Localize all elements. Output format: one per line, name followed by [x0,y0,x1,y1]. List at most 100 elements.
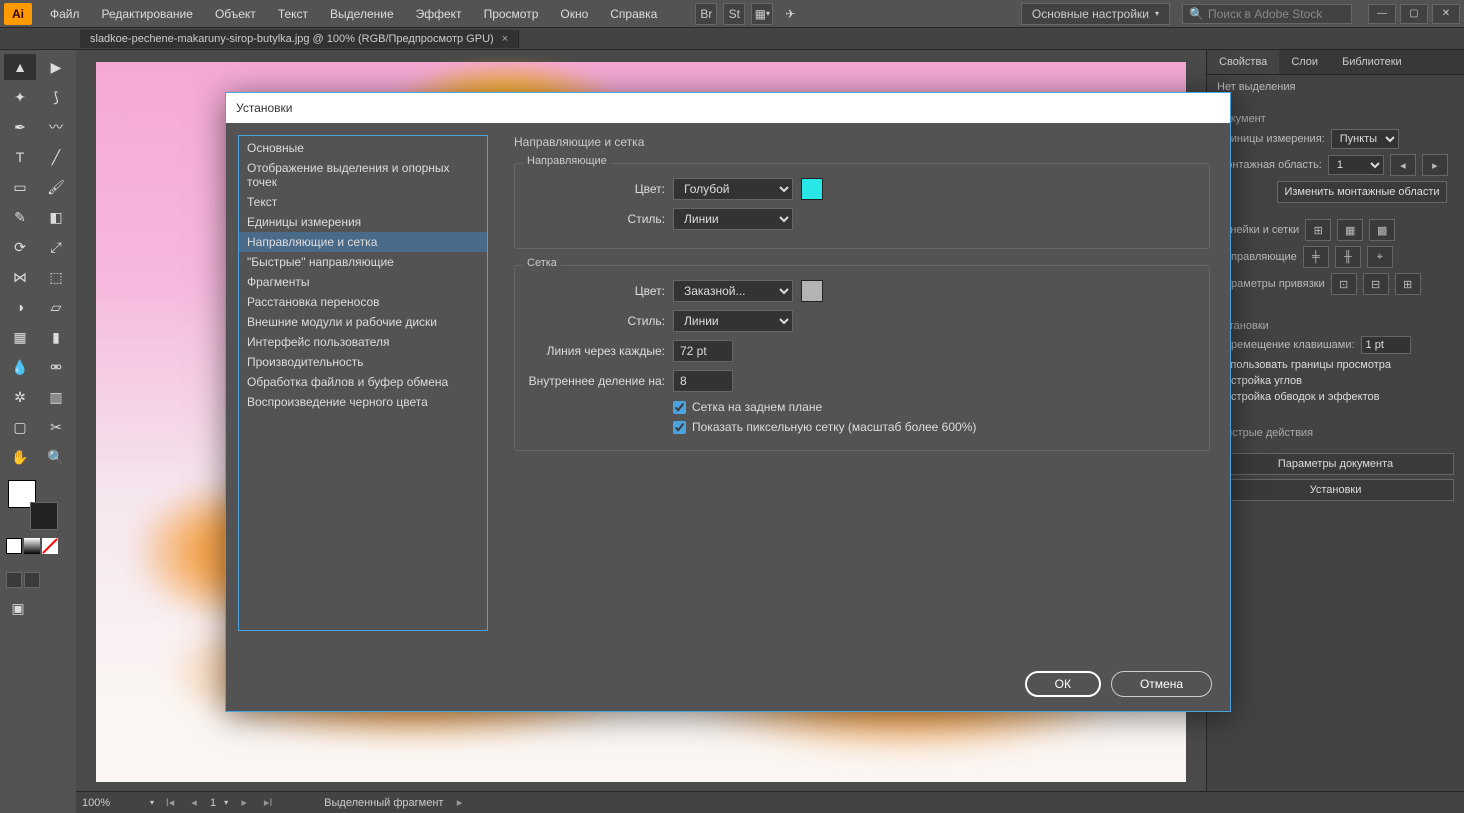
tab-libraries[interactable]: Библиотеки [1330,50,1414,74]
artboard-select[interactable]: 1 [1328,155,1384,175]
draw-normal-icon[interactable] [6,572,22,588]
grid-style-select[interactable]: Линии [673,310,793,332]
menu-type[interactable]: Текст [268,3,318,25]
snap-grid-icon[interactable]: ⊟ [1363,273,1389,295]
shape-builder-tool[interactable]: ◑ [4,294,36,320]
pen-tool[interactable]: ✒ [4,114,36,140]
free-transform-tool[interactable]: ⬚ [40,264,72,290]
snap-point-icon[interactable]: ⊡ [1331,273,1357,295]
guides-color-select[interactable]: Голубой [673,178,793,200]
gradient-tool[interactable]: ▮ [40,324,72,350]
menu-edit[interactable]: Редактирование [92,3,203,25]
use-preview-bounds-link[interactable]: Использовать границы просмотра [1217,359,1454,371]
symbol-sprayer-tool[interactable]: ✲ [4,384,36,410]
shaper-tool[interactable]: ✎ [4,204,36,230]
window-maximize[interactable]: ▢ [1400,4,1428,24]
hand-tool[interactable]: ✋ [4,444,36,470]
document-tab[interactable]: sladkoe-pechene-makaruny-sirop-butylka.j… [80,30,519,48]
workspace-switcher[interactable]: Основные настройки▾ [1021,3,1170,25]
menu-effect[interactable]: Эффект [406,3,472,25]
prev-artboard-nav-icon[interactable]: ◂ [186,795,202,811]
guides-style-select[interactable]: Линии [673,208,793,230]
cat-ui[interactable]: Интерфейс пользователя [239,332,487,352]
zoom-value[interactable]: 100% [82,797,142,809]
cat-performance[interactable]: Производительность [239,352,487,372]
type-tool[interactable]: T [4,144,36,170]
pixel-grid-checkbox[interactable] [673,421,686,434]
menu-select[interactable]: Выделение [320,3,404,25]
close-tab-icon[interactable]: × [502,33,508,45]
brush-tool[interactable]: 🖌 [40,174,72,200]
stroke-effects-link[interactable]: Настройка обводок и эффектов [1217,391,1454,403]
eyedropper-tool[interactable]: 💧 [4,354,36,380]
cancel-button[interactable]: Отмена [1111,671,1212,697]
guides-show-icon[interactable]: ╪ [1303,246,1329,268]
tab-layers[interactable]: Слои [1279,50,1330,74]
units-select[interactable]: Пункты [1331,129,1399,149]
scale-tool[interactable]: ⤢ [40,234,72,260]
direct-selection-tool[interactable]: ▶ [40,54,72,80]
search-field[interactable]: 🔍Поиск в Adobe Stock [1182,4,1352,24]
key-increment-input[interactable] [1361,336,1411,354]
tab-properties[interactable]: Свойства [1207,50,1279,74]
snap-pixel-icon[interactable]: ⊞ [1395,273,1421,295]
guides-lock-icon[interactable]: ╫ [1335,246,1361,268]
zoom-tool[interactable]: 🔍 [40,444,72,470]
next-artboard-icon[interactable]: ▸ [1422,154,1448,176]
selection-tool[interactable]: ▲ [4,54,36,80]
blend-tool[interactable]: ⚮ [40,354,72,380]
slice-tool[interactable]: ✂ [40,414,72,440]
cat-filehandling[interactable]: Обработка файлов и буфер обмена [239,372,487,392]
subdivisions-input[interactable] [673,370,733,392]
corners-link[interactable]: Настройка углов [1217,375,1454,387]
next-artboard-nav-icon[interactable]: ▸ [236,795,252,811]
arrange-icon[interactable]: ▦▾ [751,3,773,25]
color-mode-icon[interactable] [6,538,22,554]
prev-artboard-icon[interactable]: ◂ [1390,154,1416,176]
perspective-tool[interactable]: ▱ [40,294,72,320]
screen-mode-icon[interactable]: ▣ [6,598,30,618]
magic-wand-tool[interactable]: ✦ [4,84,36,110]
bridge-icon[interactable]: Br [695,3,717,25]
graph-tool[interactable]: ▥ [40,384,72,410]
gradient-mode-icon[interactable] [24,538,40,554]
artboard-number[interactable]: 1 [210,797,216,809]
draw-behind-icon[interactable] [24,572,40,588]
document-setup-button[interactable]: Параметры документа [1217,453,1454,475]
menu-file[interactable]: Файл [40,3,90,25]
grid-back-checkbox[interactable] [673,401,686,414]
gpu-icon[interactable]: ✈ [779,3,801,25]
gridline-every-input[interactable] [673,340,733,362]
cat-hyphenation[interactable]: Расстановка переносов [239,292,487,312]
width-tool[interactable]: ⋈ [4,264,36,290]
grid-color-swatch[interactable] [801,280,823,302]
menu-help[interactable]: Справка [600,3,667,25]
grid-icon[interactable]: ▦ [1337,219,1363,241]
lasso-tool[interactable]: ⟆ [40,84,72,110]
cat-selection-anchor[interactable]: Отображение выделения и опорных точек [239,158,487,192]
cat-slices[interactable]: Фрагменты [239,272,487,292]
menu-view[interactable]: Просмотр [474,3,549,25]
ok-button[interactable]: ОК [1025,671,1101,697]
line-tool[interactable]: ╱ [40,144,72,170]
fill-stroke-swatch[interactable] [8,480,48,520]
stroke-swatch[interactable] [30,502,58,530]
rectangle-tool[interactable]: ▭ [4,174,36,200]
cat-smart-guides[interactable]: "Быстрые" направляющие [239,252,487,272]
first-artboard-icon[interactable]: I◂ [162,795,178,811]
rotate-tool[interactable]: ⟳ [4,234,36,260]
cat-units[interactable]: Единицы измерения [239,212,487,232]
transparency-grid-icon[interactable]: ▩ [1369,219,1395,241]
grid-color-select[interactable]: Заказной... [673,280,793,302]
window-minimize[interactable]: — [1368,4,1396,24]
artboard-tool[interactable]: ▢ [4,414,36,440]
last-artboard-icon[interactable]: ▸I [260,795,276,811]
cat-general[interactable]: Основные [239,138,487,158]
eraser-tool[interactable]: ◧ [40,204,72,230]
cat-guides-grid[interactable]: Направляющие и сетка [239,232,487,252]
curvature-tool[interactable]: 〰 [40,114,72,140]
menu-object[interactable]: Объект [205,3,266,25]
cat-type[interactable]: Текст [239,192,487,212]
status-menu-icon[interactable]: ▸ [451,795,467,811]
stock-icon[interactable]: St [723,3,745,25]
